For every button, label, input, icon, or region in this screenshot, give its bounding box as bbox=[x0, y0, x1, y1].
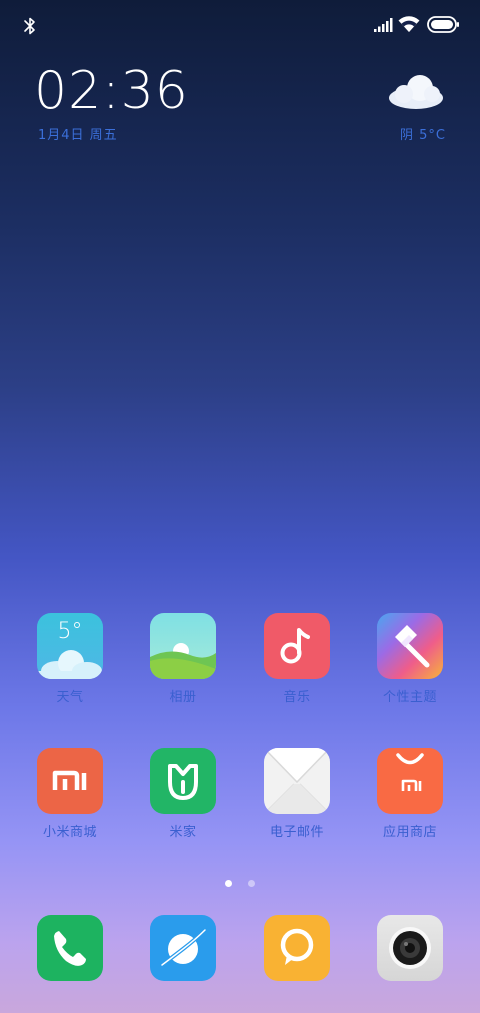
mijia-app-icon[interactable] bbox=[150, 748, 216, 814]
app-label: 电子邮件 bbox=[269, 825, 324, 840]
dock-phone[interactable] bbox=[15, 915, 125, 981]
app-label: 应用商店 bbox=[382, 825, 437, 840]
app-themes[interactable]: 个性主题 bbox=[355, 613, 465, 705]
music-app-icon[interactable] bbox=[264, 613, 330, 679]
app-mi-store[interactable]: 小米商城 bbox=[15, 748, 125, 840]
app-label: 个性主题 bbox=[382, 690, 437, 705]
cloud-icon[interactable] bbox=[386, 70, 446, 110]
app-label: 相册 bbox=[169, 690, 197, 705]
email-app-icon[interactable] bbox=[264, 748, 330, 814]
app-store-app-icon[interactable] bbox=[377, 748, 443, 814]
battery-icon bbox=[427, 16, 459, 33]
themes-app-icon[interactable] bbox=[377, 613, 443, 679]
page-dot[interactable] bbox=[247, 880, 255, 887]
camera-app-icon[interactable] bbox=[377, 915, 443, 981]
browser-app-icon[interactable] bbox=[150, 915, 216, 981]
page-indicator[interactable] bbox=[0, 872, 480, 887]
weather-app-temperature: 5° bbox=[57, 619, 83, 644]
app-label: 米家 bbox=[169, 825, 197, 840]
weather-app-icon[interactable]: 5° bbox=[37, 613, 103, 679]
clock-date[interactable]: 1月4日 周五 bbox=[38, 124, 118, 143]
app-label: 小米商城 bbox=[42, 825, 97, 840]
mi-store-app-icon[interactable] bbox=[37, 748, 103, 814]
app-email[interactable]: 电子邮件 bbox=[242, 748, 352, 840]
messaging-app-icon[interactable] bbox=[264, 915, 330, 981]
status-bar bbox=[0, 0, 480, 50]
app-music[interactable]: 音乐 bbox=[242, 613, 352, 705]
cellular-signal-icon bbox=[374, 18, 393, 32]
app-label: 音乐 bbox=[283, 690, 311, 705]
bluetooth-icon bbox=[24, 17, 35, 35]
app-weather[interactable]: 5° 天气 bbox=[15, 613, 125, 705]
dock-messaging[interactable] bbox=[242, 915, 352, 981]
phone-app-icon[interactable] bbox=[37, 915, 103, 981]
dock-camera[interactable] bbox=[355, 915, 465, 981]
gallery-app-icon[interactable] bbox=[150, 613, 216, 679]
wifi-icon bbox=[398, 16, 420, 32]
dock-browser[interactable] bbox=[128, 915, 238, 981]
app-app-store[interactable]: 应用商店 bbox=[355, 748, 465, 840]
clock-time[interactable]: 02:36 bbox=[34, 58, 189, 124]
app-gallery[interactable]: 相册 bbox=[128, 613, 238, 705]
app-label: 天气 bbox=[56, 690, 84, 705]
page-dot-active[interactable] bbox=[225, 880, 233, 887]
weather-summary[interactable]: 阴 5°C bbox=[400, 124, 446, 143]
app-mijia[interactable]: 米家 bbox=[128, 748, 238, 840]
